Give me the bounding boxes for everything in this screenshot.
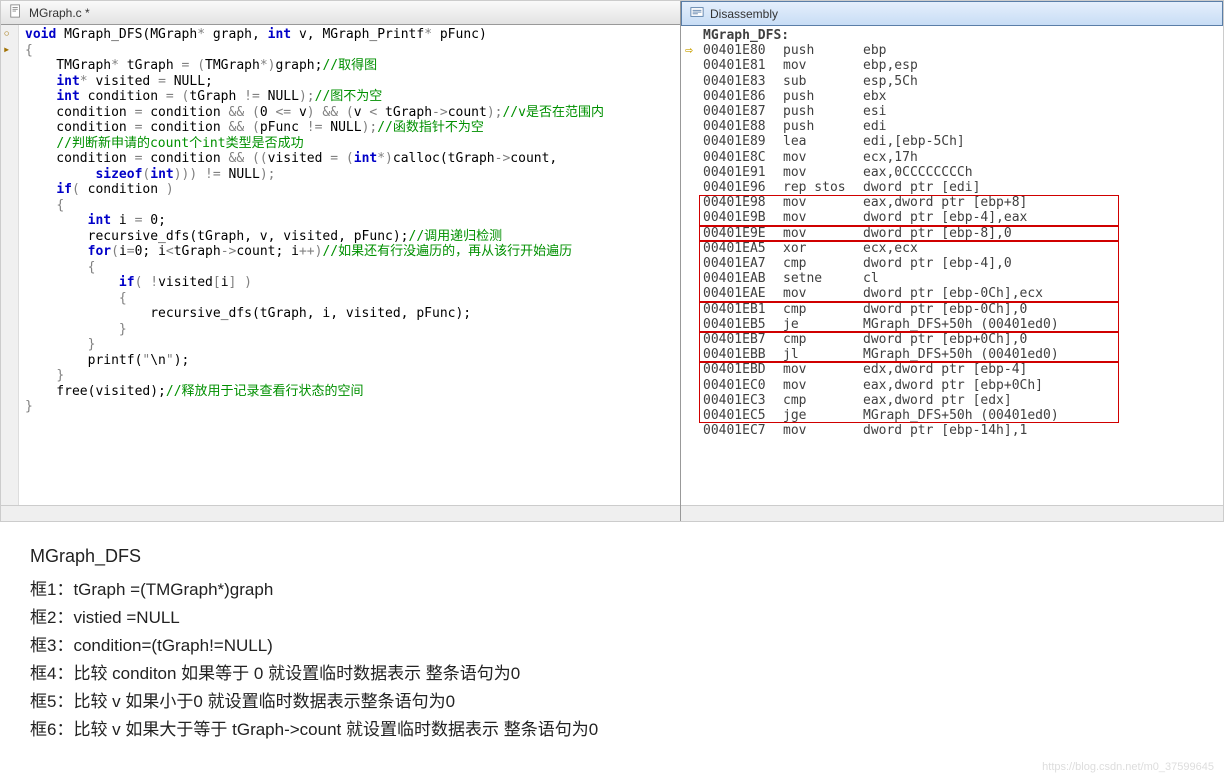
code-line[interactable]: condition = condition && (0 <= v) && (v … — [25, 105, 674, 121]
disasm-line[interactable]: 00401EB1cmpdword ptr [ebp-0Ch],0 — [685, 302, 1219, 317]
code-line[interactable]: } — [25, 337, 674, 353]
code-line[interactable]: } — [25, 368, 674, 384]
code-line[interactable]: recursive_dfs(tGraph, v, visited, pFunc)… — [25, 229, 674, 245]
watermark: https://blog.csdn.net/m0_37599645 — [1042, 761, 1214, 773]
code-line[interactable]: printf("\n"); — [25, 353, 674, 369]
disasm-line[interactable]: 00401EC5jgeMGraph_DFS+50h (00401ed0) — [685, 408, 1219, 423]
code-line[interactable]: free(visited);//释放用于记录查看行状态的空间 — [25, 384, 674, 400]
disasm-line[interactable]: 00401E87pushesi — [685, 104, 1219, 119]
code-line[interactable]: void MGraph_DFS(MGraph* graph, int v, MG… — [25, 27, 674, 43]
disasm-line[interactable]: 00401E83subesp,5Ch — [685, 74, 1219, 89]
code-line[interactable]: } — [25, 322, 674, 338]
note-line: 框1：tGraph =(TMGraph*)graph — [30, 576, 1194, 604]
disasm-line[interactable]: 00401E89leaedi,[ebp-5Ch] — [685, 134, 1219, 149]
code-line[interactable]: if( condition ) — [25, 182, 674, 198]
disasm-line[interactable]: 00401EBDmovedx,dword ptr [ebp-4] — [685, 362, 1219, 377]
disasm-label: MGraph_DFS: — [685, 28, 1219, 43]
code-line[interactable]: TMGraph* tGraph = (TMGraph*)graph;//取得图 — [25, 58, 674, 74]
code-line[interactable]: int i = 0; — [25, 213, 674, 229]
disasm-line[interactable]: ⇨00401E80pushebp — [685, 43, 1219, 58]
code-line[interactable]: for(i=0; i<tGraph->count; i++)//如果还有行没遍历… — [25, 244, 674, 260]
disasm-line[interactable]: 00401E9Bmovdword ptr [ebp-4],eax — [685, 210, 1219, 225]
code-h-scrollbar[interactable] — [1, 505, 680, 521]
code-line[interactable]: condition = condition && ((visited = (in… — [25, 151, 674, 167]
code-line[interactable]: sizeof(int))) != NULL); — [25, 167, 674, 183]
file-icon — [9, 4, 23, 21]
disasm-line[interactable]: 00401E8Cmovecx,17h — [685, 150, 1219, 165]
disasm-line[interactable]: 00401E81movebp,esp — [685, 58, 1219, 73]
disasm-line[interactable]: 00401EC7movdword ptr [ebp-14h],1 — [685, 423, 1219, 438]
code-body[interactable]: ◦ ▸ void MGraph_DFS(MGraph* graph, int v… — [1, 25, 680, 505]
disasm-tab-title: Disassembly — [710, 7, 778, 21]
disassembly-body[interactable]: MGraph_DFS:⇨00401E80pushebp00401E81moveb… — [681, 26, 1223, 505]
code-line[interactable]: { — [25, 291, 674, 307]
disasm-line[interactable]: 00401E98moveax,dword ptr [ebp+8] — [685, 195, 1219, 210]
disasm-line[interactable]: 00401EB7cmpdword ptr [ebp+0Ch],0 — [685, 332, 1219, 347]
disasm-line[interactable]: 00401EBBjlMGraph_DFS+50h (00401ed0) — [685, 347, 1219, 362]
code-line[interactable]: { — [25, 43, 674, 59]
disasm-line[interactable]: 00401E86pushebx — [685, 89, 1219, 104]
source-code[interactable]: void MGraph_DFS(MGraph* graph, int v, MG… — [19, 25, 680, 505]
gutter: ◦ ▸ — [1, 25, 19, 505]
code-line[interactable]: { — [25, 198, 674, 214]
disasm-line[interactable]: 00401EC0moveax,dword ptr [ebp+0Ch] — [685, 378, 1219, 393]
code-line[interactable]: if( !visited[i] ) — [25, 275, 674, 291]
code-line[interactable]: { — [25, 260, 674, 276]
note-line: 框5：比较 v 如果小于0 就设置临时数据表示整条语句为0 — [30, 688, 1194, 716]
disasm-line[interactable]: 00401E9Emovdword ptr [ebp-8],0 — [685, 226, 1219, 241]
code-line[interactable]: } — [25, 399, 674, 415]
disassembly-panel: Disassembly MGraph_DFS:⇨00401E80pushebp0… — [681, 1, 1223, 521]
disasm-line[interactable]: 00401EA7cmpdword ptr [ebp-4],0 — [685, 256, 1219, 271]
current-line-marker[interactable]: ▸ — [3, 42, 10, 56]
note-line: 框6：比较 v 如果大于等于 tGraph->count 就设置临时数据表示 整… — [30, 716, 1194, 744]
code-line[interactable]: int* visited = NULL; — [25, 74, 674, 90]
code-tab-title: MGraph.c * — [29, 6, 90, 20]
disasm-line[interactable]: 00401E88pushedi — [685, 119, 1219, 134]
code-line[interactable]: //判断新申请的count个int类型是否成功 — [25, 136, 674, 152]
disasm-icon — [690, 5, 704, 22]
note-line: 框4：比较 conditon 如果等于 0 就设置临时数据表示 整条语句为0 — [30, 660, 1194, 688]
disasm-line[interactable]: 00401EA5xorecx,ecx — [685, 241, 1219, 256]
disasm-line[interactable]: 00401EAEmovdword ptr [ebp-0Ch],ecx — [685, 286, 1219, 301]
disasm-line[interactable]: 00401EC3cmpeax,dword ptr [edx] — [685, 393, 1219, 408]
code-tab-header[interactable]: MGraph.c * — [1, 1, 680, 25]
code-line[interactable]: recursive_dfs(tGraph, i, visited, pFunc)… — [25, 306, 674, 322]
annotation-notes: MGraph_DFS 框1：tGraph =(TMGraph*)graph框2：… — [0, 522, 1224, 764]
notes-title: MGraph_DFS — [30, 542, 1194, 570]
disasm-tab-header[interactable]: Disassembly — [681, 1, 1223, 26]
disasm-line[interactable]: 00401E91moveax,0CCCCCCCCh — [685, 165, 1219, 180]
breakpoint-marker[interactable]: ◦ — [3, 27, 10, 41]
code-panel: MGraph.c * ◦ ▸ void MGraph_DFS(MGraph* g… — [1, 1, 681, 521]
note-line: 框2：vistied =NULL — [30, 604, 1194, 632]
code-line[interactable]: int condition = (tGraph != NULL);//图不为空 — [25, 89, 674, 105]
disasm-line[interactable]: 00401EABsetnecl — [685, 271, 1219, 286]
disasm-line[interactable]: 00401EB5jeMGraph_DFS+50h (00401ed0) — [685, 317, 1219, 332]
disasm-line[interactable]: 00401E96rep stosdword ptr [edi] — [685, 180, 1219, 195]
code-line[interactable]: condition = condition && (pFunc != NULL)… — [25, 120, 674, 136]
ide-container: MGraph.c * ◦ ▸ void MGraph_DFS(MGraph* g… — [0, 0, 1224, 522]
disasm-h-scrollbar[interactable] — [681, 505, 1223, 521]
note-line: 框3：condition=(tGraph!=NULL) — [30, 632, 1194, 660]
